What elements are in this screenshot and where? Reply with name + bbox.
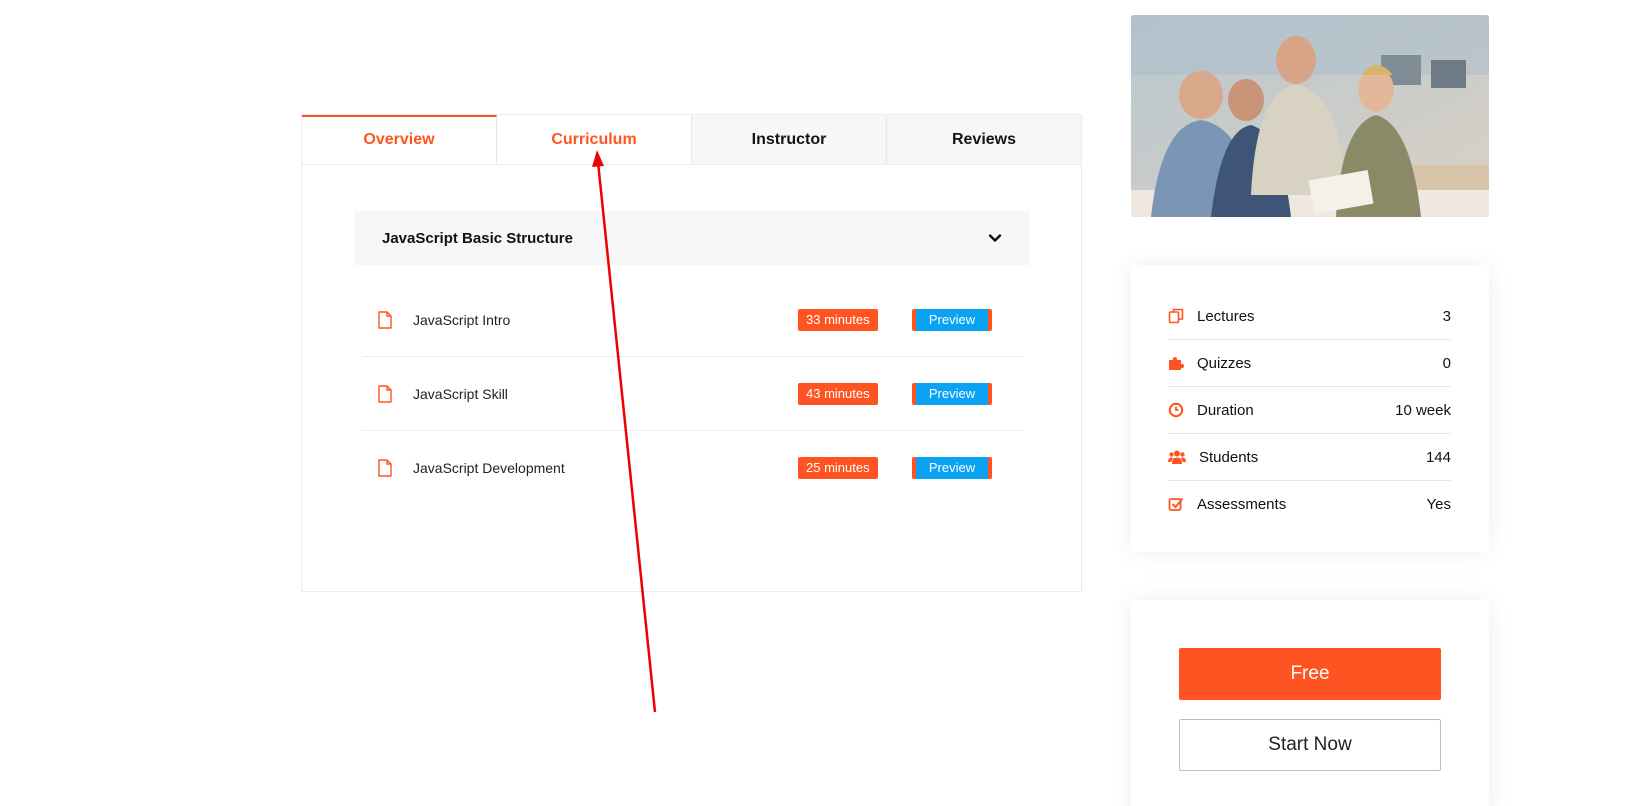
preview-button[interactable]: Preview	[912, 456, 992, 479]
tab-instructor[interactable]: Instructor	[692, 115, 887, 164]
lesson-list: JavaScript Intro 33 minutes Preview Java…	[362, 283, 1024, 504]
preview-button[interactable]: Preview	[912, 308, 992, 331]
users-icon	[1168, 450, 1186, 464]
curriculum-section-header[interactable]: JavaScript Basic Structure	[354, 211, 1030, 265]
info-row-quizzes: Quizzes 0	[1168, 340, 1451, 387]
tab-reviews[interactable]: Reviews	[887, 115, 1081, 164]
info-label: Students	[1199, 448, 1259, 466]
copy-icon	[1168, 308, 1184, 324]
info-row-lectures: Lectures 3	[1168, 293, 1451, 340]
info-value: 0	[1442, 354, 1451, 372]
lesson-item[interactable]: JavaScript Development 25 minutes Previe…	[362, 431, 1024, 504]
info-label: Lectures	[1197, 307, 1255, 325]
info-label: Quizzes	[1197, 354, 1252, 372]
course-tabs-card: Overview Curriculum Instructor Reviews J…	[301, 114, 1082, 592]
enroll-card: Free Start Now	[1131, 600, 1489, 806]
checkbox-icon	[1168, 497, 1184, 511]
tab-overview[interactable]: Overview	[302, 115, 497, 164]
tab-curriculum[interactable]: Curriculum	[497, 115, 692, 164]
start-now-button[interactable]: Start Now	[1179, 719, 1441, 771]
lesson-item[interactable]: JavaScript Intro 33 minutes Preview	[362, 283, 1024, 357]
duration-badge: 43 minutes	[798, 382, 878, 405]
free-price-button[interactable]: Free	[1179, 648, 1441, 700]
document-icon	[378, 310, 392, 329]
chevron-down-icon	[988, 234, 1002, 242]
info-value: 144	[1425, 448, 1451, 466]
info-row-students: Students 144	[1168, 434, 1451, 481]
classroom-photo	[1131, 15, 1489, 217]
puzzle-icon	[1169, 357, 1184, 370]
info-row-assessments: Assessments Yes	[1168, 481, 1451, 527]
course-info-card: Lectures 3 Quizzes 0 Duration 10 week St…	[1131, 265, 1489, 552]
preview-button[interactable]: Preview	[912, 382, 992, 405]
info-label: Duration	[1197, 401, 1254, 419]
section-title: JavaScript Basic Structure	[382, 229, 573, 247]
info-label: Assessments	[1197, 495, 1287, 513]
course-image	[1131, 15, 1489, 217]
tab-bar: Overview Curriculum Instructor Reviews	[302, 115, 1081, 165]
info-value: 3	[1442, 307, 1451, 325]
document-icon	[378, 384, 392, 403]
duration-badge: 33 minutes	[798, 308, 878, 331]
duration-badge: 25 minutes	[798, 456, 878, 479]
clock-icon	[1168, 402, 1184, 418]
info-value: Yes	[1426, 495, 1451, 513]
info-row-duration: Duration 10 week	[1168, 387, 1451, 434]
document-icon	[378, 458, 392, 477]
info-value: 10 week	[1395, 401, 1451, 419]
lesson-item[interactable]: JavaScript Skill 43 minutes Preview	[362, 357, 1024, 431]
course-details-page: Overview Curriculum Instructor Reviews J…	[0, 0, 1636, 806]
